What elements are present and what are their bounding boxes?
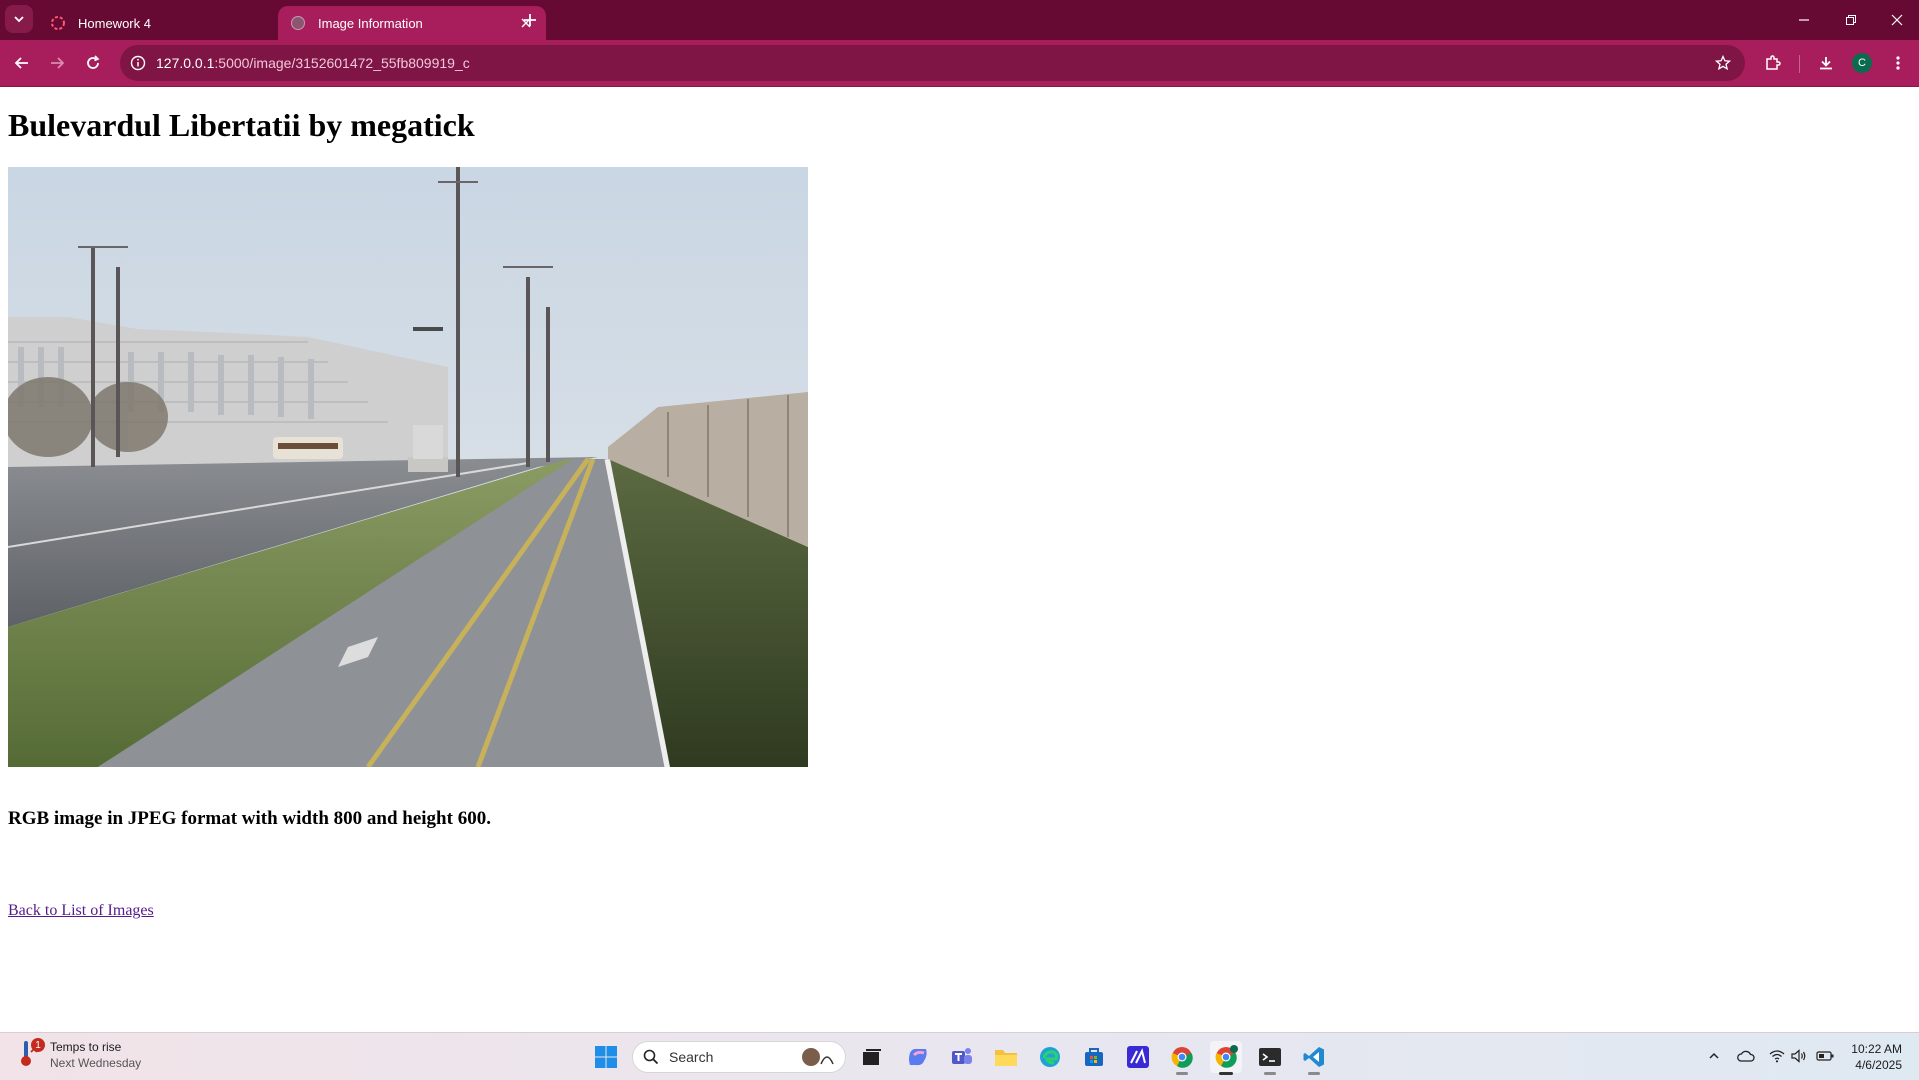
copilot-icon (909, 1048, 927, 1066)
tab-title: Image Information (318, 15, 423, 31)
back-button[interactable] (7, 48, 37, 78)
edge-button[interactable] (1034, 1041, 1066, 1073)
url-path: :5000/image/3152601472_55fb809919_c (214, 55, 470, 71)
tab-image-information[interactable]: Image Information (278, 6, 546, 40)
new-tab-button[interactable] (518, 8, 542, 32)
running-indicator (1308, 1072, 1320, 1075)
chrome-icon (1171, 1047, 1193, 1068)
menu-button[interactable] (1883, 48, 1913, 78)
boulevard-photo (8, 167, 808, 767)
show-hidden-icons-button[interactable] (1703, 1045, 1725, 1067)
puzzle-icon (1766, 55, 1781, 70)
bookmark-star-button[interactable] (1715, 55, 1731, 71)
arrow-right-icon (51, 57, 65, 69)
search-icon (643, 1049, 659, 1065)
start-button[interactable] (590, 1041, 622, 1073)
restore-button[interactable] (1831, 6, 1871, 34)
windows-taskbar: 1 Temps to rise Next Wednesday Search 10… (0, 1032, 1919, 1080)
copilot-button[interactable] (902, 1041, 934, 1073)
teams-button[interactable] (946, 1041, 978, 1073)
vs-app-button[interactable] (1122, 1041, 1154, 1073)
chrome-profile-button[interactable] (1210, 1041, 1242, 1075)
running-indicator (1264, 1072, 1276, 1075)
arrow-left-icon (14, 57, 28, 69)
running-indicator (1176, 1072, 1188, 1075)
weather-widget[interactable]: 1 Temps to rise Next Wednesday (18, 1038, 141, 1071)
vscode-icon (1303, 1047, 1324, 1067)
address-bar[interactable]: 127.0.0.1:5000/image/3152601472_55fb8099… (120, 45, 1745, 81)
task-view-button[interactable] (856, 1041, 888, 1073)
plus-icon (524, 14, 536, 26)
weather-text: Temps to rise Next Wednesday (50, 1039, 141, 1071)
speaker-icon (1791, 1049, 1806, 1063)
wifi-button[interactable] (1766, 1045, 1788, 1067)
onedrive-button[interactable] (1735, 1045, 1757, 1067)
chrome-icon (1215, 1045, 1238, 1068)
kebab-menu-icon (1896, 56, 1900, 70)
reload-icon (87, 55, 100, 69)
downloads-button[interactable] (1811, 48, 1841, 78)
terminal-button[interactable] (1254, 1041, 1286, 1075)
file-explorer-button[interactable] (990, 1041, 1022, 1073)
weather-line-1: Temps to rise (50, 1040, 122, 1054)
reload-button[interactable] (78, 48, 108, 78)
task-view-icon (863, 1049, 881, 1065)
chrome-button[interactable] (1166, 1041, 1198, 1075)
loading-favicon-icon (51, 16, 65, 30)
download-icon (1820, 57, 1832, 70)
browser-toolbar: 127.0.0.1:5000/image/3152601472_55fb8099… (0, 40, 1919, 87)
tab-homework-4[interactable]: Homework 4 (38, 6, 306, 40)
weather-line-2: Next Wednesday (50, 1056, 142, 1070)
page-title: Bulevardul Libertatii by megatick (8, 107, 475, 143)
weather-icon-wrap: 1 (18, 1038, 45, 1070)
url-host: 127.0.0.1 (156, 55, 215, 71)
store-button[interactable] (1078, 1041, 1110, 1073)
windows-logo-icon (595, 1046, 617, 1068)
edge-icon (1040, 1047, 1060, 1067)
search-highlight-icon (802, 1048, 834, 1066)
notification-badge: 1 (31, 1038, 45, 1052)
avatar: C (1852, 53, 1872, 73)
tab-strip: Homework 4 Image Information (0, 0, 1919, 40)
cloud-icon (1737, 1050, 1755, 1062)
profile-button[interactable]: C (1847, 48, 1877, 78)
app-icon (1127, 1046, 1149, 1068)
globe-icon (291, 16, 305, 30)
volume-button[interactable] (1788, 1045, 1810, 1067)
chevron-down-icon (14, 16, 24, 23)
url-text[interactable]: 127.0.0.1:5000/image/3152601472_55fb8099… (156, 55, 470, 71)
tab-title: Homework 4 (78, 15, 151, 31)
clock-date: 4/6/2025 (1855, 1058, 1902, 1072)
minimize-icon (1799, 19, 1809, 21)
teams-icon (952, 1048, 972, 1064)
site-info-icon[interactable] (130, 55, 146, 71)
battery-button[interactable] (1814, 1045, 1836, 1067)
terminal-icon (1259, 1048, 1281, 1066)
star-icon (1715, 55, 1731, 71)
vscode-button[interactable] (1298, 1041, 1330, 1075)
toolbar-separator (1799, 55, 1800, 73)
chevron-up-icon (1709, 1052, 1719, 1059)
image-info-text: RGB image in JPEG format with width 800 … (8, 808, 491, 829)
system-clock[interactable]: 10:22 AM 4/6/2025 (1840, 1041, 1902, 1073)
close-icon (1891, 14, 1903, 26)
search-placeholder: Search (669, 1049, 714, 1065)
active-indicator (1219, 1072, 1233, 1075)
restore-icon (1846, 15, 1856, 25)
clock-time: 10:22 AM (1851, 1042, 1902, 1056)
store-icon (1085, 1048, 1103, 1066)
tab-search-button[interactable] (5, 5, 33, 33)
forward-button[interactable] (42, 48, 72, 78)
battery-icon (1816, 1051, 1834, 1061)
wifi-icon (1769, 1050, 1785, 1063)
minimize-button[interactable] (1784, 6, 1824, 34)
close-window-button[interactable] (1877, 6, 1917, 34)
folder-icon (995, 1050, 1017, 1066)
back-to-list-link[interactable]: Back to List of Images (8, 902, 154, 920)
extensions-button[interactable] (1758, 48, 1788, 78)
taskbar-search[interactable]: Search (632, 1041, 846, 1073)
page-content: Bulevardul Libertatii by megatick RGB im… (0, 87, 1919, 1032)
